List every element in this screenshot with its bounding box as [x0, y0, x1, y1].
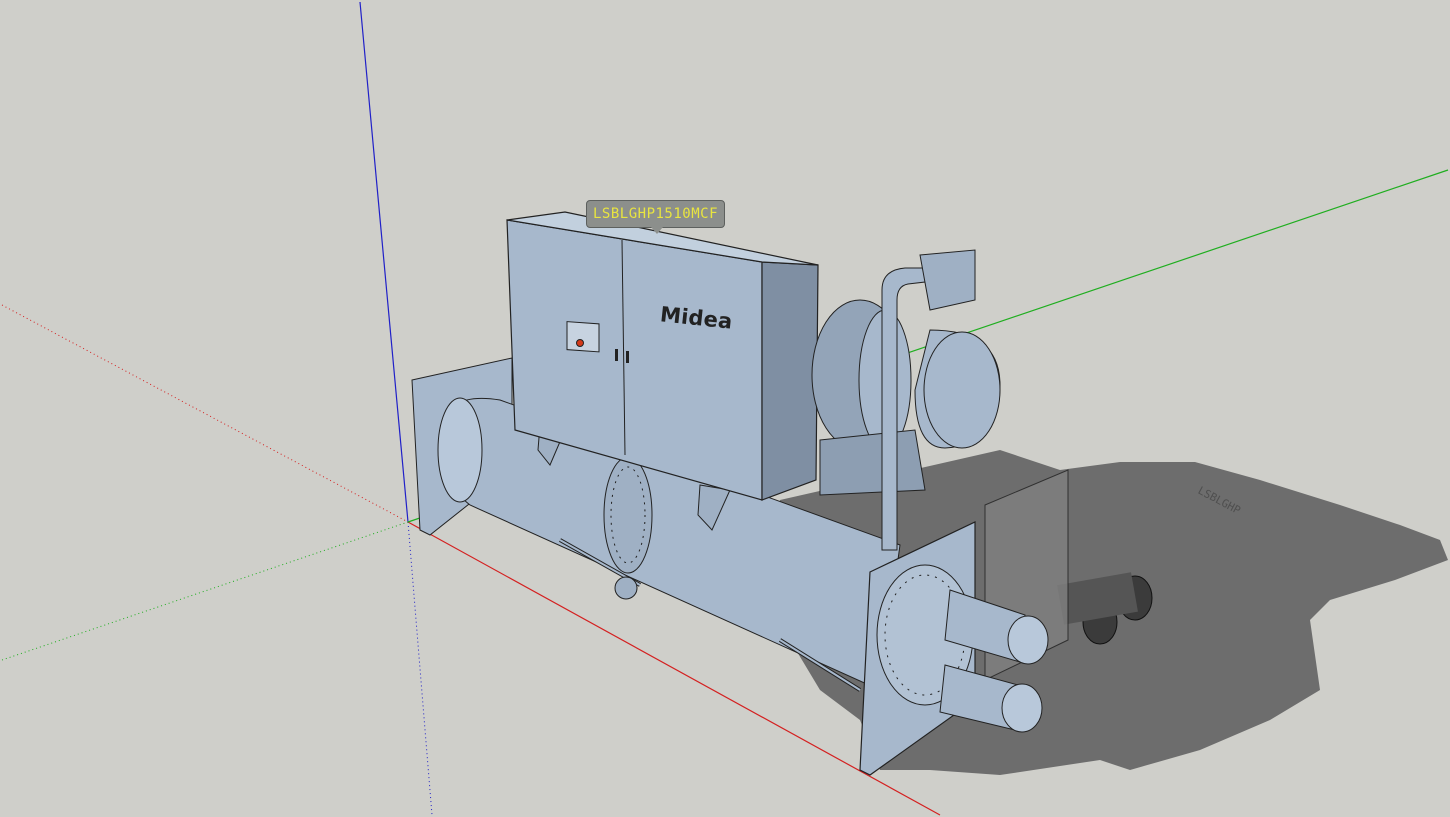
model-label-tag[interactable]: LSBLGHP1510MCF	[586, 200, 726, 234]
door-handle-right	[626, 351, 629, 363]
shell-end-cap	[437, 397, 483, 503]
red-axis-hidden	[1, 304, 409, 523]
compressor-base	[819, 429, 926, 496]
blue-axis-hidden	[407, 521, 433, 816]
display-screen	[566, 321, 600, 353]
pipe-valve	[919, 249, 976, 311]
door-handle-left	[615, 349, 618, 361]
3d-viewport[interactable]: Midea LSBLGHP1510MCF LSBLGHP	[0, 0, 1450, 817]
scene-canvas[interactable]	[0, 0, 1450, 817]
blue-axis	[359, 1, 409, 523]
indicator-led	[576, 339, 584, 347]
green-axis-hidden	[1, 521, 409, 661]
control-cabinet-side	[761, 261, 819, 501]
